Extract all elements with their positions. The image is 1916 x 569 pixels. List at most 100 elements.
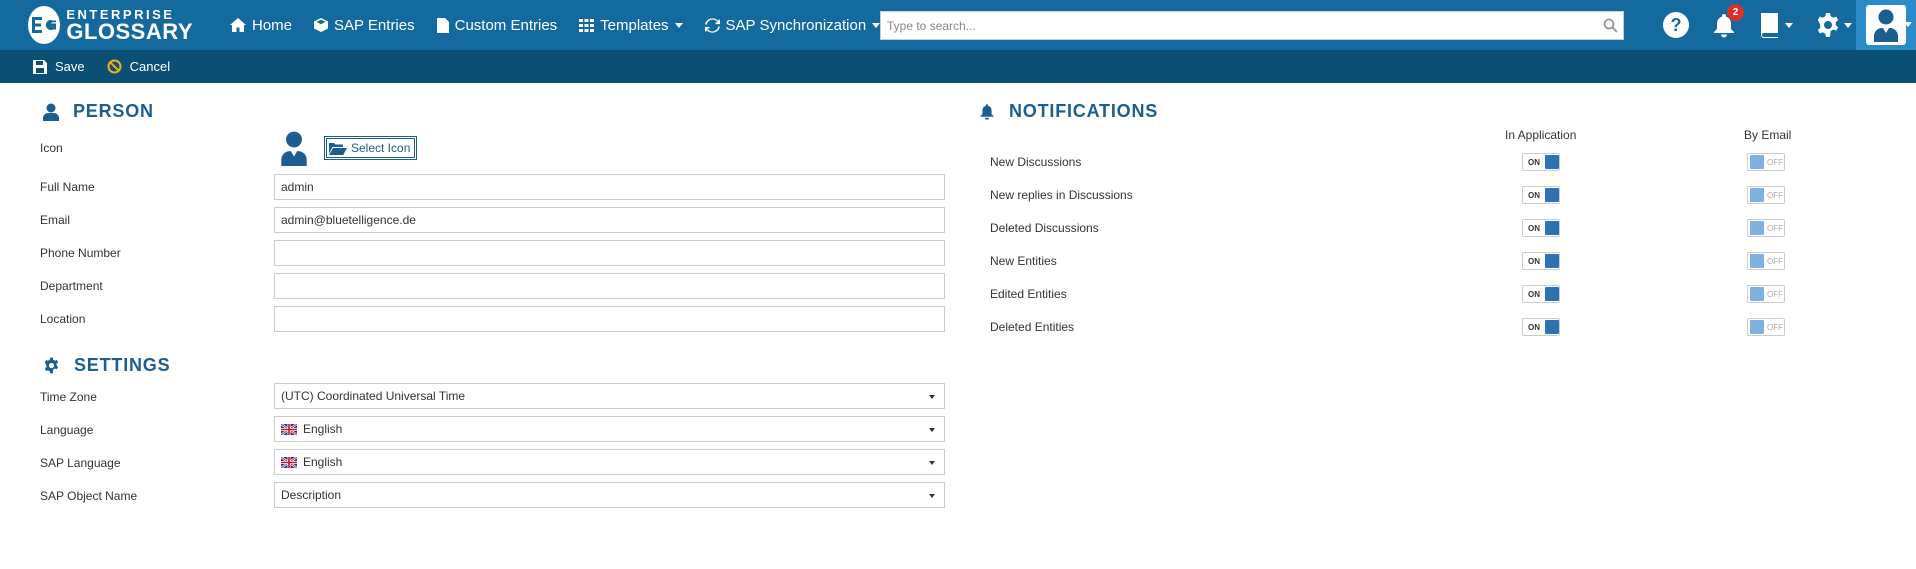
in-application-toggle[interactable]: ON — [1522, 186, 1560, 204]
nav-sap-synchronization[interactable]: SAP Synchronization — [704, 0, 881, 50]
main-nav: Home SAP Entries Custom Entries Template… — [230, 0, 902, 50]
department-input[interactable] — [274, 273, 945, 299]
sap-language-select[interactable]: English — [274, 449, 945, 475]
icon-label: Icon — [40, 141, 63, 155]
in-application-header: In Application — [1505, 128, 1577, 142]
nav-templates-label: Templates — [600, 16, 669, 34]
time-zone-select[interactable]: (UTC) Coordinated Universal Time — [274, 383, 945, 409]
cancel-label: Cancel — [129, 59, 171, 74]
sap-object-name-label: SAP Object Name — [40, 489, 138, 503]
by-email-toggle[interactable]: OFF — [1747, 252, 1785, 270]
help-icon[interactable]: ? — [1662, 11, 1690, 39]
user-avatar-icon — [281, 131, 307, 166]
toggle-knob — [1750, 320, 1764, 334]
gear-icon — [44, 357, 59, 374]
floppy-disk-icon — [33, 59, 47, 74]
bell-icon[interactable]: 2 — [1712, 4, 1744, 38]
toggle-knob — [1545, 188, 1559, 202]
toggle-on-text: ON — [1528, 157, 1540, 167]
nav-sap-entries-label: SAP Entries — [334, 16, 415, 34]
bell-icon — [980, 104, 994, 120]
location-input[interactable] — [274, 306, 945, 332]
notification-label: Deleted Discussions — [990, 221, 1099, 235]
email-input[interactable] — [274, 207, 945, 233]
sap-language-label: SAP Language — [40, 456, 121, 470]
chevron-down-icon — [1904, 22, 1912, 27]
full-name-label: Full Name — [40, 180, 95, 194]
chevron-down-icon — [674, 22, 683, 28]
sync-icon — [704, 17, 720, 33]
toggle-knob — [1750, 287, 1764, 301]
caret-down-icon — [929, 395, 935, 399]
email-label: Email — [40, 213, 71, 227]
notifications-title: NOTIFICATIONS — [1009, 101, 1159, 121]
time-zone-label: Time Zone — [40, 390, 97, 404]
nav-home[interactable]: Home — [230, 0, 292, 50]
in-application-toggle[interactable]: ON — [1522, 318, 1560, 336]
notification-label: New Entities — [990, 254, 1057, 268]
sap-object-name-select[interactable]: Description — [274, 482, 945, 508]
nav-templates[interactable]: Templates — [579, 0, 683, 50]
toggle-off-text: OFF — [1767, 223, 1783, 233]
notification-badge: 2 — [1727, 4, 1744, 21]
toggle-on-text: ON — [1528, 289, 1540, 299]
book-menu[interactable] — [1758, 12, 1793, 38]
in-application-toggle[interactable]: ON — [1522, 219, 1560, 237]
in-application-toggle[interactable]: ON — [1522, 153, 1560, 171]
select-icon-button[interactable]: Select Icon — [324, 136, 418, 160]
in-application-toggle[interactable]: ON — [1522, 252, 1560, 270]
phone-input[interactable] — [274, 240, 945, 266]
toggle-knob — [1545, 155, 1559, 169]
search-box — [880, 11, 1624, 40]
brand-line2: GLOSSARY — [66, 18, 193, 44]
chevron-down-icon — [872, 22, 881, 28]
gear-icon — [1817, 13, 1839, 37]
select-icon-label: Select Icon — [351, 141, 411, 155]
toggle-off-text: OFF — [1767, 157, 1783, 167]
toggle-on-text: ON — [1528, 256, 1540, 266]
nav-custom-entries[interactable]: Custom Entries — [436, 0, 557, 50]
book-icon — [1761, 13, 1778, 38]
home-icon — [230, 18, 246, 32]
full-name-input[interactable] — [274, 174, 945, 200]
toggle-on-text: ON — [1528, 223, 1540, 233]
notification-label: New Discussions — [990, 155, 1082, 169]
user-avatar-menu[interactable] — [1856, 0, 1916, 50]
in-application-toggle[interactable]: ON — [1522, 285, 1560, 303]
save-button[interactable]: Save — [33, 59, 85, 74]
top-navbar: ENTERPRISE GLOSSARY Home SAP Entries Cus… — [0, 0, 1916, 50]
brand-logo[interactable]: ENTERPRISE GLOSSARY — [28, 6, 193, 44]
time-zone-value: (UTC) Coordinated Universal Time — [281, 389, 466, 403]
by-email-toggle[interactable]: OFF — [1747, 153, 1785, 171]
toggle-on-text: ON — [1528, 190, 1540, 200]
logo-eg-icon — [28, 6, 61, 44]
toggle-knob — [1545, 320, 1559, 334]
folder-open-icon — [329, 142, 347, 155]
uk-flag-icon — [281, 456, 297, 468]
cube-icon — [314, 18, 329, 32]
person-icon — [43, 103, 59, 121]
by-email-toggle[interactable]: OFF — [1747, 219, 1785, 237]
by-email-toggle[interactable]: OFF — [1747, 318, 1785, 336]
top-icons: ? 2 — [1640, 0, 1852, 50]
toggle-on-text: ON — [1528, 322, 1540, 332]
notifications-section-title: NOTIFICATIONS — [979, 101, 1158, 122]
language-value: English — [303, 422, 343, 436]
toggle-knob — [1750, 221, 1764, 235]
cancel-button[interactable]: Cancel — [107, 59, 170, 74]
by-email-toggle[interactable]: OFF — [1747, 285, 1785, 303]
search-input[interactable] — [881, 12, 1597, 39]
search-icon[interactable] — [1597, 18, 1623, 33]
ban-icon — [107, 59, 122, 74]
nav-sap-entries[interactable]: SAP Entries — [314, 0, 415, 50]
toggle-off-text: OFF — [1767, 322, 1783, 332]
by-email-toggle[interactable]: OFF — [1747, 186, 1785, 204]
settings-menu[interactable] — [1815, 12, 1852, 38]
toggle-off-text: OFF — [1767, 289, 1783, 299]
sap-language-value: English — [303, 455, 343, 469]
language-select[interactable]: English — [274, 416, 945, 442]
caret-down-icon — [929, 461, 935, 465]
chevron-down-icon — [1844, 22, 1852, 28]
settings-title: SETTINGS — [74, 355, 171, 375]
save-label: Save — [55, 59, 85, 74]
